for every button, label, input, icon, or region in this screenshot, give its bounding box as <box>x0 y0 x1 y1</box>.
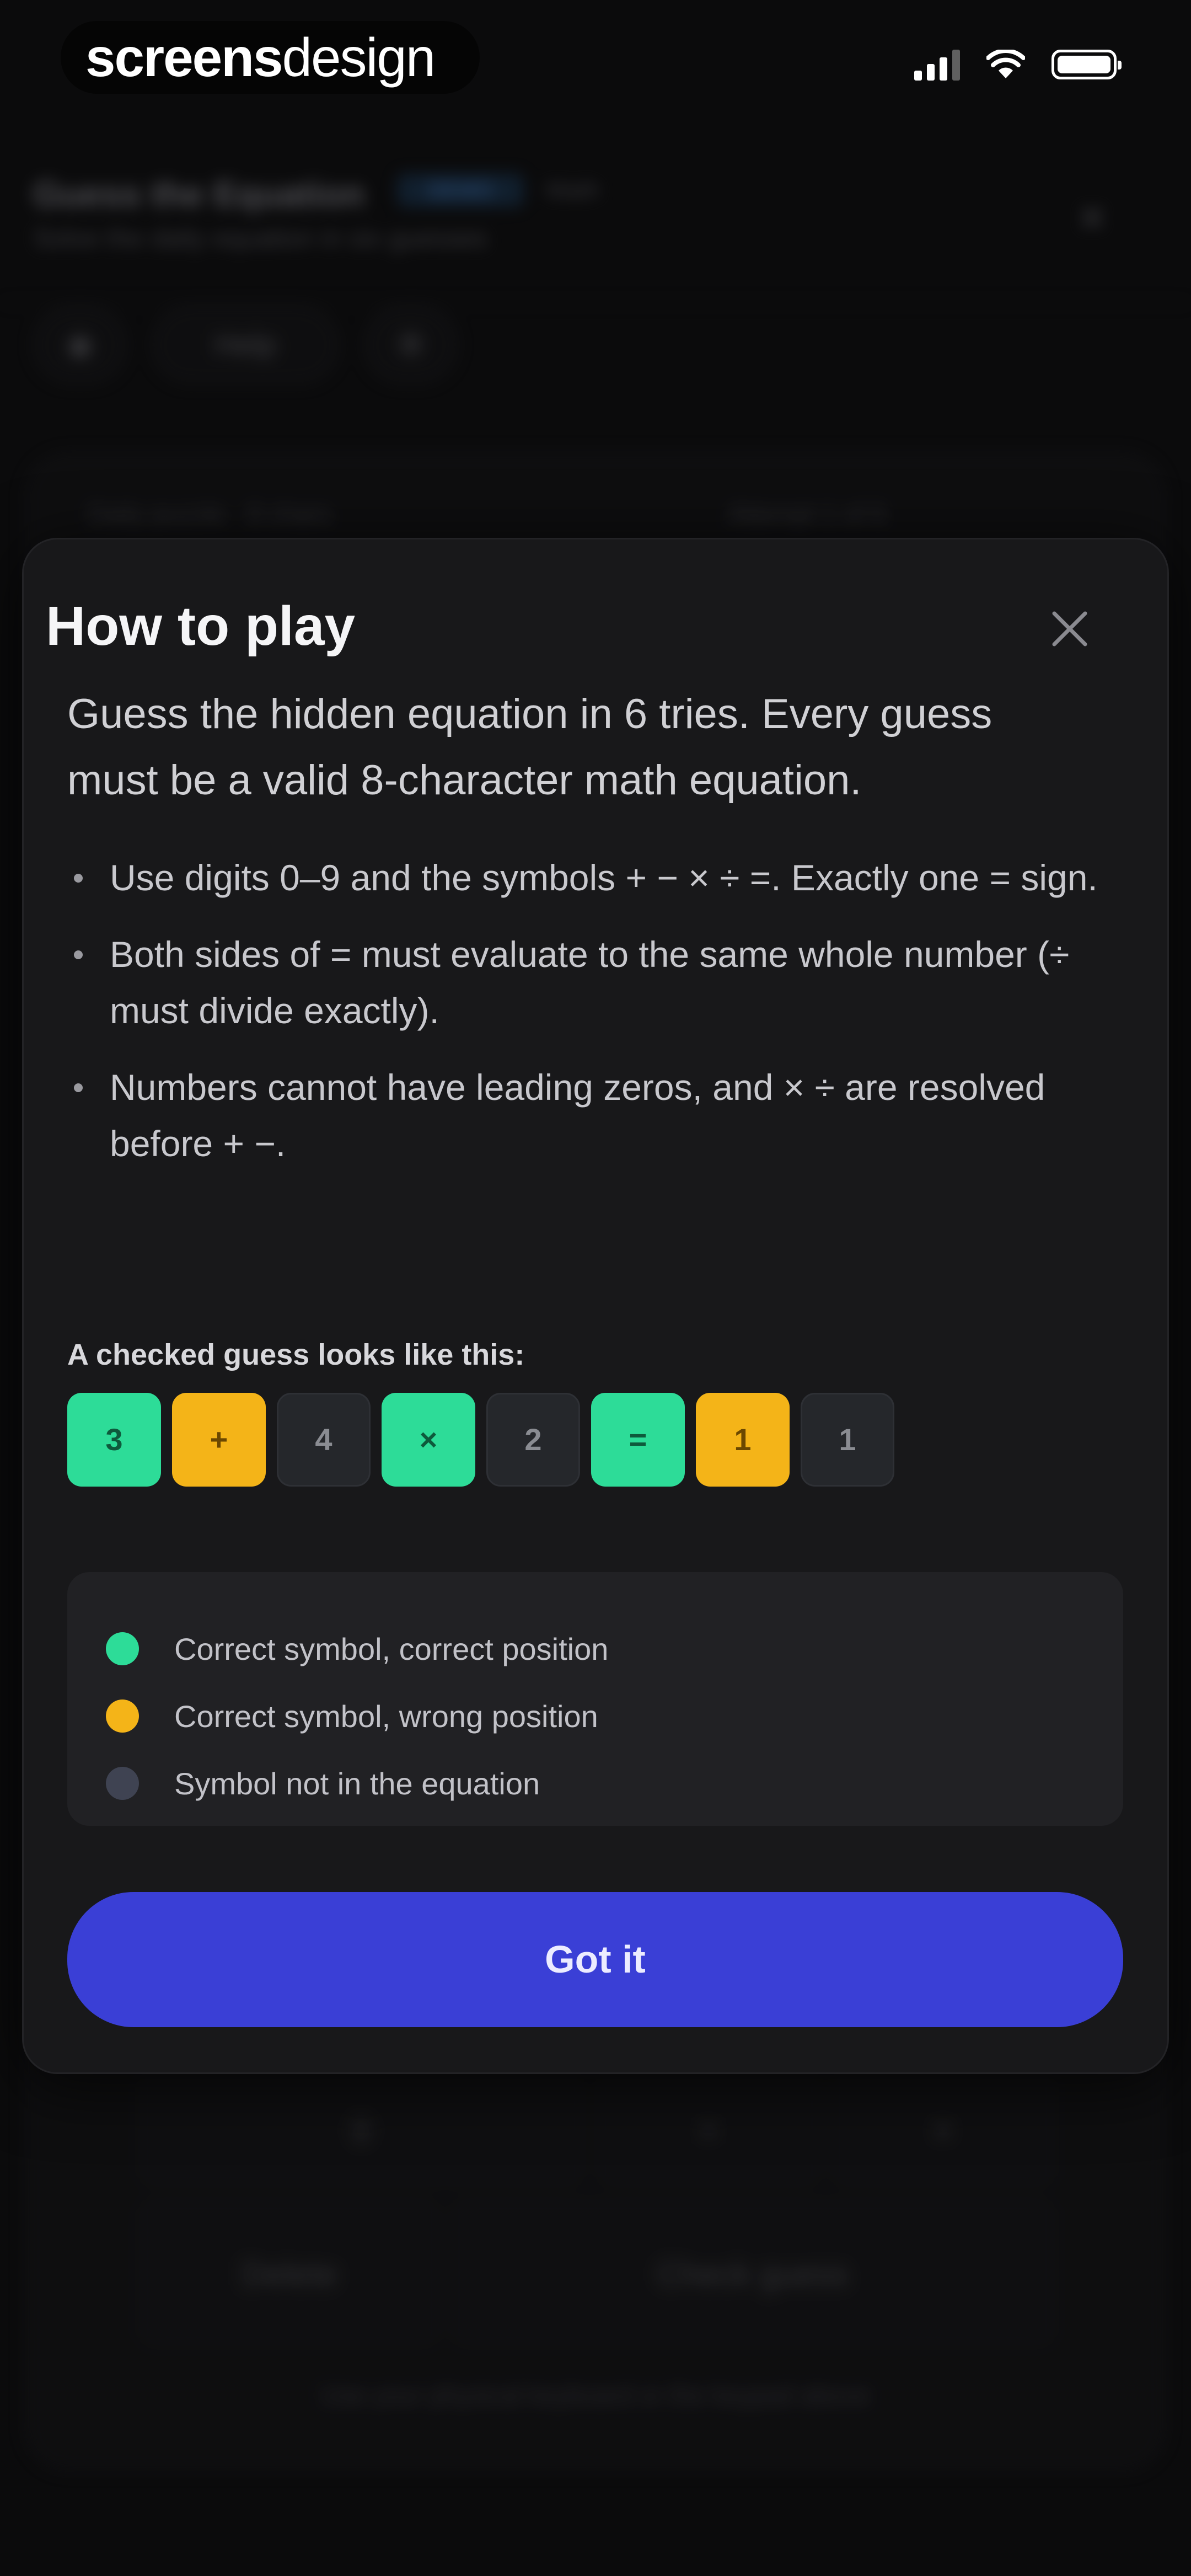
eye-icon[interactable]: ◉ <box>33 306 127 383</box>
key-plus[interactable]: + <box>598 2074 819 2184</box>
rule-item: Numbers cannot have leading zeros, and ×… <box>67 1059 1115 1172</box>
attempt-counter: Attempt 1 of 6 <box>728 500 886 528</box>
modal-title: How to play <box>46 595 356 657</box>
example-tile: = <box>591 1393 685 1487</box>
check-label: Check guess <box>657 2256 849 2292</box>
legend-label: Symbol not in the equation <box>174 1766 540 1801</box>
brand-bold: screens <box>85 27 283 88</box>
settings-icon[interactable]: ⚙ <box>364 306 458 383</box>
example-tile: 1 <box>801 1393 894 1487</box>
legend-present: Correct symbol, wrong position <box>106 1682 1123 1750</box>
legend-absent: Symbol not in the equation <box>106 1750 1123 1817</box>
category-label: Math <box>546 177 600 204</box>
gray-dot-icon <box>106 1767 139 1800</box>
got-it-button[interactable]: Got it <box>67 1892 1123 2027</box>
help-label: Help <box>214 328 276 361</box>
legend-correct: Correct symbol, correct position <box>106 1615 1123 1682</box>
yellow-dot-icon <box>106 1699 139 1733</box>
rule-item: Both sides of = must evaluate to the sam… <box>67 926 1115 1039</box>
rules-list: Use digits 0–9 and the symbols + − × ÷ =… <box>67 849 1115 1192</box>
app-title: Guess the Equation <box>33 174 364 214</box>
wifi-icon <box>986 50 1025 78</box>
puzzle-info: Daily puzzle · 8 chars <box>88 500 331 528</box>
status-icons <box>914 49 1122 81</box>
close-icon[interactable] <box>1048 607 1092 651</box>
example-tile: × <box>382 1393 475 1487</box>
brand-logo: screensdesign <box>85 24 436 90</box>
check-guess-button[interactable]: Check guess <box>452 2201 1053 2344</box>
example-tile: 1 <box>696 1393 790 1487</box>
example-tile: 2 <box>486 1393 580 1487</box>
green-dot-icon <box>106 1632 139 1665</box>
example-tile: 4 <box>277 1393 371 1487</box>
color-legend: Correct symbol, correct position Correct… <box>67 1572 1123 1826</box>
app-subtitle: Solve the daily equation in six guesses <box>33 224 488 253</box>
demo-badge: DEMO <box>397 174 524 207</box>
rule-item: Use digits 0–9 and the symbols + − × ÷ =… <box>67 849 1115 906</box>
example-tile: + <box>172 1393 266 1487</box>
help-button[interactable]: Help <box>152 306 339 383</box>
legend-label: Correct symbol, correct position <box>174 1631 609 1666</box>
intro-text: Guess the hidden equation in 6 tries. Ev… <box>67 691 993 804</box>
example-tiles: 3 +4 × 2 = 1 1 <box>67 1393 894 1487</box>
key-multiply[interactable]: × <box>833 2074 1053 2184</box>
keyboard-hint: Use your physical keyboard or the keypad… <box>321 2381 870 2409</box>
battery-icon <box>1051 50 1122 79</box>
delete-label: Delete <box>242 2256 337 2292</box>
example-tile: 3 <box>67 1393 161 1487</box>
cellular-signal-icon <box>914 49 960 81</box>
status-bar: screensdesign <box>0 0 1191 110</box>
close-icon[interactable]: ✕ <box>1076 196 1108 241</box>
example-label: A checked guess looks like this: <box>67 1338 525 1371</box>
legend-label: Correct symbol, wrong position <box>174 1698 598 1734</box>
delete-button[interactable]: Delete <box>141 2201 438 2344</box>
app-header <box>0 138 1191 303</box>
brand-light: design <box>282 27 436 88</box>
key-0[interactable]: 0 <box>141 2074 582 2184</box>
